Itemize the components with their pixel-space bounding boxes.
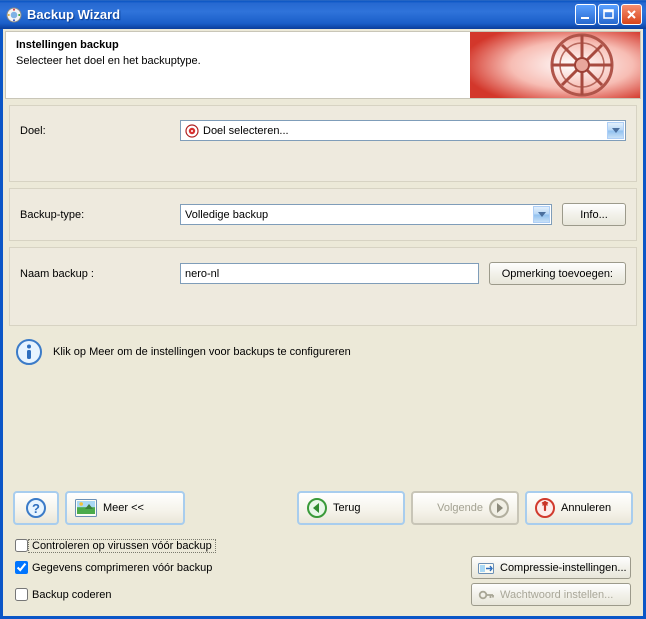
cancel-button-label: Annuleren <box>561 502 611 514</box>
more-button-label: Meer << <box>103 502 144 514</box>
close-button[interactable] <box>621 4 642 25</box>
add-comment-label: Opmerking toevoegen: <box>502 268 613 280</box>
target-value: Doel selecteren... <box>203 125 289 137</box>
backup-name-input[interactable] <box>180 263 479 284</box>
window-buttons <box>575 4 642 25</box>
maximize-button[interactable] <box>598 4 619 25</box>
vault-graphic <box>470 32 640 98</box>
target-icon <box>185 124 199 138</box>
extras-area: Controleren op virussen vóór backup Gege… <box>9 537 637 610</box>
group-backup-type: Backup-type: Volledige backup Info... <box>9 188 637 241</box>
check-encode-checkbox[interactable] <box>15 588 28 601</box>
dropdown-arrow-icon <box>607 122 624 139</box>
group-backup-name: Naam backup : Opmerking toevoegen: <box>9 247 637 326</box>
check-encode-label: Backup coderen <box>32 589 112 601</box>
info-icon <box>15 338 43 366</box>
check-encode[interactable]: Backup coderen <box>15 588 455 601</box>
label-backup-name: Naam backup : <box>20 268 170 280</box>
check-compress-checkbox[interactable] <box>15 561 28 574</box>
target-dropdown[interactable]: Doel selecteren... <box>180 120 626 141</box>
check-compress-label: Gegevens comprimeren vóór backup <box>32 562 212 574</box>
group-target: Doel: Doel selecteren... <box>9 105 637 182</box>
form-area: Doel: Doel selecteren... <box>5 99 641 614</box>
check-virus-scan-label: Controleren op virussen vóór backup <box>28 539 216 553</box>
set-password-button: Wachtwoord instellen... <box>471 583 631 606</box>
backup-type-value: Volledige backup <box>185 209 268 221</box>
app-icon <box>6 7 22 23</box>
info-button[interactable]: Info... <box>562 203 626 226</box>
check-virus-scan[interactable]: Controleren op virussen vóór backup <box>15 539 455 552</box>
picture-icon <box>75 499 97 517</box>
more-button[interactable]: Meer << <box>65 491 185 525</box>
back-icon <box>307 498 327 518</box>
titlebar: Backup Wizard <box>0 0 646 29</box>
client-area: Instellingen backup Selecteer het doel e… <box>0 29 646 619</box>
help-icon: ? <box>26 498 46 518</box>
check-virus-scan-checkbox[interactable] <box>15 539 28 552</box>
add-comment-button[interactable]: Opmerking toevoegen: <box>489 262 626 285</box>
key-icon <box>478 588 494 602</box>
label-backup-type: Backup-type: <box>20 209 170 221</box>
back-button-label: Terug <box>333 502 361 514</box>
compress-icon <box>478 561 494 575</box>
minimize-button[interactable] <box>575 4 596 25</box>
next-button-label: Volgende <box>437 502 483 514</box>
check-compress[interactable]: Gegevens comprimeren vóór backup <box>15 561 455 574</box>
cancel-button[interactable]: Annuleren <box>525 491 633 525</box>
label-target: Doel: <box>20 125 170 137</box>
hint-row: Klik op Meer om de instellingen voor bac… <box>9 332 637 372</box>
compression-settings-label: Compressie-instellingen... <box>500 562 627 574</box>
backup-type-dropdown[interactable]: Volledige backup <box>180 204 552 225</box>
info-button-label: Info... <box>580 209 608 221</box>
wizard-header: Instellingen backup Selecteer het doel e… <box>5 31 641 99</box>
help-button[interactable]: ? <box>13 491 59 525</box>
hint-text: Klik op Meer om de instellingen voor bac… <box>53 346 351 358</box>
next-button: Volgende <box>411 491 519 525</box>
window-title: Backup Wizard <box>27 7 575 22</box>
wizard-button-bar: ? Meer << <box>9 483 637 531</box>
set-password-label: Wachtwoord instellen... <box>500 589 613 601</box>
back-button[interactable]: Terug <box>297 491 405 525</box>
svg-text:?: ? <box>32 501 40 516</box>
cancel-icon <box>535 498 555 518</box>
next-icon <box>489 498 509 518</box>
dropdown-arrow-icon <box>533 206 550 223</box>
compression-settings-button[interactable]: Compressie-instellingen... <box>471 556 631 579</box>
